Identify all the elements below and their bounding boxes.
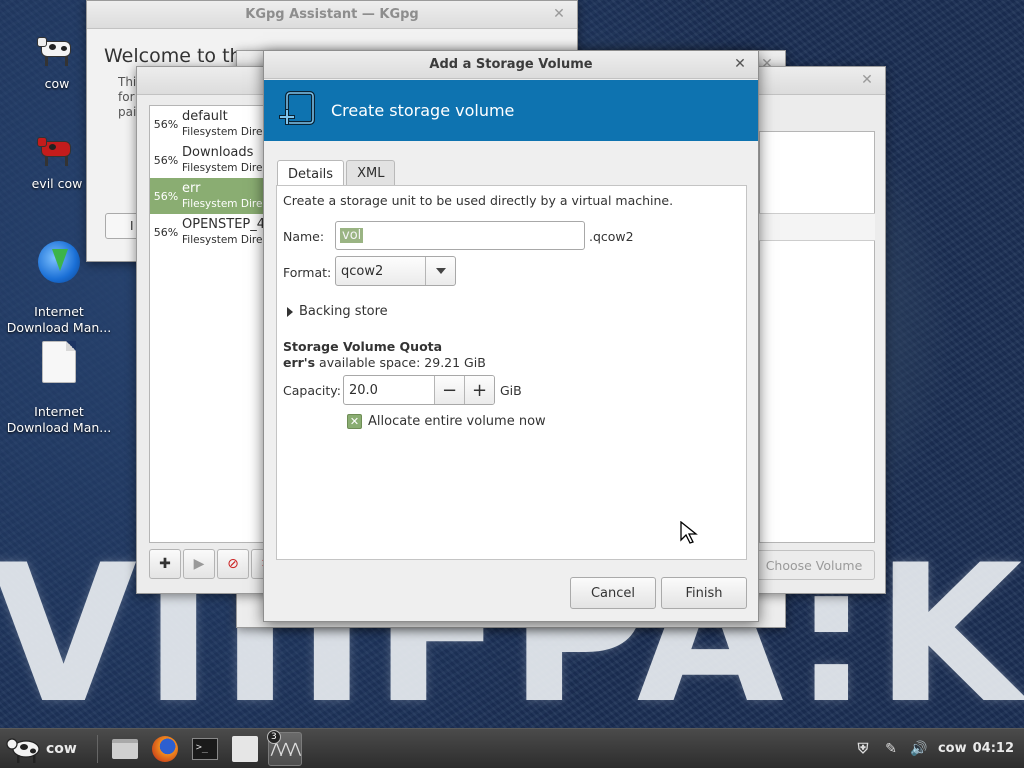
- pool-row-downloads[interactable]: 56% Downloads Filesystem Direc: [150, 142, 269, 178]
- play-icon: ▶: [193, 556, 205, 572]
- terminal-launcher[interactable]: >_: [188, 732, 222, 766]
- tab-details[interactable]: Details: [277, 160, 345, 187]
- quota-title: Storage Volume Quota: [283, 339, 443, 354]
- close-icon[interactable]: ✕: [551, 6, 567, 22]
- header-banner: Create storage volume: [264, 80, 758, 141]
- available-space: err's available space: 29.21 GiB: [283, 355, 486, 370]
- finish-button[interactable]: Finish: [661, 577, 747, 609]
- pool-row-openstep[interactable]: 56% OPENSTEP_4 Filesystem Direc: [150, 214, 269, 250]
- tab-xml[interactable]: XML: [346, 160, 396, 186]
- user-name[interactable]: cow: [938, 741, 967, 756]
- backing-store-expander[interactable]: Backing store: [287, 304, 388, 319]
- format-value: qcow2: [341, 263, 384, 279]
- desktop-icon-label: Internet Download Man...: [6, 404, 112, 435]
- pool-list: 56% default Filesystem Direc 56% Downloa…: [149, 105, 269, 543]
- pool-row-err[interactable]: 56% err Filesystem Direc: [150, 178, 269, 214]
- document-icon: [37, 340, 81, 384]
- pool-name: default: [182, 109, 228, 124]
- name-suffix: .qcow2: [589, 229, 634, 244]
- dialog-tabs: Details XML: [277, 160, 397, 187]
- pool-type: Filesystem Direc: [182, 126, 269, 138]
- cow-icon: [35, 28, 79, 72]
- pool-name: Downloads: [182, 145, 254, 160]
- decrement-button[interactable]: −: [434, 376, 464, 404]
- pool-name-bold: err's: [283, 355, 316, 370]
- description-text: Create a storage unit to be used directl…: [283, 193, 674, 208]
- menu-button[interactable]: cow: [6, 734, 77, 764]
- desktop-icon-idm-file[interactable]: Internet Download Man...: [4, 324, 114, 452]
- dialog-title: Add a Storage Volume: [429, 57, 593, 72]
- cow-icon: [6, 734, 42, 764]
- pool-usage: 56%: [153, 117, 179, 131]
- shield-icon[interactable]: ⛨: [854, 740, 872, 758]
- capacity-spinbox[interactable]: 20.0 − +: [343, 375, 495, 405]
- increment-button[interactable]: +: [464, 376, 494, 404]
- system-tray: ⛨ ✎ 🔊 cow 04:12: [854, 740, 1014, 758]
- pool-type: Filesystem Direc: [182, 234, 269, 246]
- plus-icon: ✚: [159, 556, 171, 572]
- volume-list-header: [759, 213, 875, 241]
- allocate-checkbox[interactable]: ✕ Allocate entire volume now: [347, 414, 546, 429]
- pool-usage: 56%: [153, 225, 179, 239]
- add-pool-button[interactable]: ✚: [149, 549, 181, 579]
- evil-cow-icon: [35, 128, 79, 172]
- terminal-icon: >_: [191, 737, 218, 760]
- dialog-titlebar[interactable]: Add a Storage Volume ✕: [264, 51, 758, 79]
- capacity-label: Capacity:: [283, 383, 341, 398]
- cancel-button[interactable]: Cancel: [570, 577, 656, 609]
- pool-row-default[interactable]: 56% default Filesystem Direc: [150, 106, 269, 142]
- app-launcher[interactable]: [228, 732, 262, 766]
- allocate-label: Allocate entire volume now: [368, 414, 546, 429]
- taskbar: cow >_ 3 ⋀⋀⋀ ⛨ ✎ 🔊 cow 04:12: [0, 728, 1024, 768]
- choose-volume-button[interactable]: Choose Volume: [753, 550, 875, 580]
- name-input-value: vol: [340, 228, 364, 243]
- capacity-value[interactable]: 20.0: [344, 376, 434, 404]
- window-title: KGpg Assistant — KGpg: [245, 7, 419, 22]
- idm-icon: [37, 240, 81, 284]
- storage-volume-icon: [277, 89, 321, 133]
- pool-type: Filesystem Direc: [182, 162, 269, 174]
- close-icon[interactable]: ✕: [732, 56, 748, 72]
- format-select[interactable]: qcow2: [335, 256, 456, 286]
- virt-manager-task[interactable]: 3 ⋀⋀⋀: [266, 729, 302, 766]
- welcome-heading: Welcome to the: [104, 45, 254, 67]
- firefox-icon: [151, 735, 178, 762]
- folder-icon: [111, 738, 138, 759]
- banner-title: Create storage volume: [331, 101, 515, 120]
- volume-list: [759, 131, 875, 543]
- volume-icon[interactable]: 🔊: [910, 740, 928, 758]
- clock[interactable]: 04:12: [973, 741, 1014, 756]
- backing-store-label: Backing store: [299, 304, 388, 319]
- file-manager-launcher[interactable]: [108, 732, 142, 766]
- pool-type: Filesystem Direc: [182, 198, 269, 210]
- checkbox-checked-icon: ✕: [347, 414, 362, 429]
- expander-triangle-icon: [287, 306, 293, 317]
- chevron-down-icon: [425, 257, 455, 285]
- firefox-launcher[interactable]: [148, 732, 182, 766]
- window-count-badge: 3: [266, 729, 281, 744]
- name-input[interactable]: vol: [335, 221, 585, 250]
- available-space-text: available space: 29.21 GiB: [315, 355, 486, 370]
- pool-usage: 56%: [153, 153, 179, 167]
- taskbar-separator: [96, 734, 98, 763]
- pool-name: err: [182, 181, 201, 196]
- network-icon[interactable]: ✎: [882, 740, 900, 758]
- stop-pool-button[interactable]: ⊘: [217, 549, 249, 579]
- start-pool-button[interactable]: ▶: [183, 549, 215, 579]
- kgpg-titlebar[interactable]: KGpg Assistant — KGpg ✕: [87, 1, 577, 29]
- stop-icon: ⊘: [227, 556, 239, 572]
- format-label: Format:: [283, 265, 332, 280]
- capacity-unit: GiB: [500, 383, 522, 398]
- pool-name: OPENSTEP_4: [182, 217, 266, 232]
- menu-label: cow: [46, 740, 77, 757]
- close-icon[interactable]: ✕: [859, 72, 875, 88]
- app-icon: [231, 735, 258, 762]
- pool-usage: 56%: [153, 189, 179, 203]
- details-panel: Create a storage unit to be used directl…: [276, 185, 747, 560]
- name-label: Name:: [283, 229, 325, 244]
